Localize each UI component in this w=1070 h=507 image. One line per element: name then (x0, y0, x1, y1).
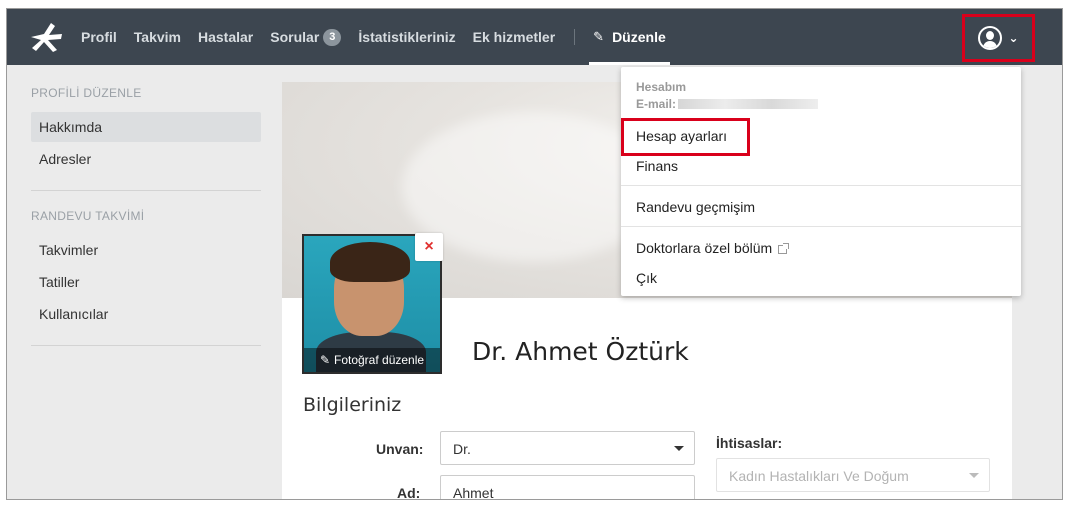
edit-photo-button[interactable]: ✎ Fotoğraf düzenle (304, 348, 440, 372)
section-title: Bilgileriniz (303, 394, 402, 416)
chevron-down-icon: ⌄ (1008, 31, 1019, 45)
menu-divider (621, 185, 1021, 186)
edit-photo-label: Fotoğraf düzenle (334, 353, 425, 367)
pencil-icon: ✎ (319, 353, 330, 367)
nav-duzenle-label: Düzenle (612, 29, 666, 45)
user-menu-button[interactable]: ⌄ (962, 14, 1035, 62)
menu-item-finance[interactable]: Finans (636, 158, 678, 174)
nav-profil-label: Profil (81, 29, 117, 45)
first-name-input[interactable]: Ahmet (440, 475, 695, 500)
doctor-name: Dr. Ahmet Öztürk (472, 337, 689, 366)
caret-down-icon (969, 473, 979, 478)
nav-hastalar-label: Hastalar (198, 29, 254, 45)
account-email: E-mail: (636, 97, 819, 111)
title-select-value: Dr. (453, 441, 471, 457)
sidebar: PROFİLİ DÜZENLE Hakkımda Adresler RANDEV… (31, 65, 261, 346)
sidebar-item-kullanicilar[interactable]: Kullanıcılar (31, 299, 261, 329)
questions-count-badge: 3 (323, 28, 342, 46)
pencil-icon: ✎ (593, 29, 605, 44)
nav-ek-hizmetler-label: Ek hizmetler (472, 29, 556, 45)
first-name-value: Ahmet (453, 485, 494, 500)
account-dropdown: Hesabım E-mail: Hesap ayarları Finans Ra… (621, 67, 1021, 296)
photo-hair (330, 242, 410, 282)
nav-divider (574, 29, 576, 45)
first-name-label: Ad: (397, 485, 421, 500)
nav-istatistikleriniz-label: İstatistikleriniz (358, 29, 456, 45)
main-nav: Profil Takvim Hastalar Sorular 3 İstatist… (81, 9, 670, 65)
nav-duzenle[interactable]: ✎ Düzenle (589, 9, 670, 65)
app-window: Profil Takvim Hastalar Sorular 3 İstatist… (6, 8, 1063, 500)
menu-item-account-settings[interactable]: Hesap ayarları (636, 128, 727, 144)
nav-sorular[interactable]: Sorular 3 (270, 9, 342, 65)
sidebar-heading-calendar: RANDEVU TAKVİMİ (31, 209, 145, 223)
close-icon: × (424, 238, 434, 255)
specialty-placeholder: Kadın Hastalıkları Ve Doğum (729, 468, 909, 484)
title-select[interactable]: Dr. (440, 431, 695, 465)
specialty-select[interactable]: Kadın Hastalıkları Ve Doğum (716, 458, 990, 492)
sidebar-divider (31, 345, 261, 346)
title-label: Unvan: (376, 441, 424, 457)
nav-ek-hizmetler[interactable]: Ek hizmetler (473, 9, 555, 65)
sidebar-item-tatiller[interactable]: Tatiller (31, 267, 261, 297)
sidebar-divider (31, 190, 261, 191)
nav-profil[interactable]: Profil (81, 9, 117, 65)
user-avatar-icon (978, 26, 1003, 50)
sidebar-item-hakkimda[interactable]: Hakkımda (31, 112, 261, 142)
nav-takvim[interactable]: Takvim (134, 9, 181, 65)
menu-item-appointment-history[interactable]: Randevu geçmişim (636, 199, 755, 215)
nav-takvim-label: Takvim (133, 29, 181, 45)
email-label: E-mail: (636, 97, 677, 111)
top-navigation-bar: Profil Takvim Hastalar Sorular 3 İstatist… (7, 9, 1062, 65)
nav-hastalar[interactable]: Hastalar (198, 9, 253, 65)
menu-item-doctors-section[interactable]: Doktorlara özel bölüm (636, 240, 790, 256)
nav-istatistikleriniz[interactable]: İstatistikleriniz (358, 9, 455, 65)
caret-down-icon (674, 446, 684, 451)
menu-item-logout[interactable]: Çık (636, 270, 657, 286)
redacted-email (678, 99, 819, 109)
logo-icon[interactable] (27, 21, 65, 53)
sidebar-item-adresler[interactable]: Adresler (31, 144, 261, 174)
remove-photo-button[interactable]: × (415, 233, 443, 261)
menu-divider (621, 226, 1021, 227)
nav-sorular-label: Sorular (270, 29, 320, 45)
external-link-icon (778, 243, 790, 254)
specialty-label: İhtisaslar: (716, 435, 783, 451)
sidebar-item-takvimler[interactable]: Takvimler (31, 235, 261, 265)
sidebar-heading-profile: PROFİLİ DÜZENLE (31, 86, 142, 100)
account-heading: Hesabım (636, 80, 687, 94)
doctors-section-label: Doktorlara özel bölüm (636, 240, 773, 256)
